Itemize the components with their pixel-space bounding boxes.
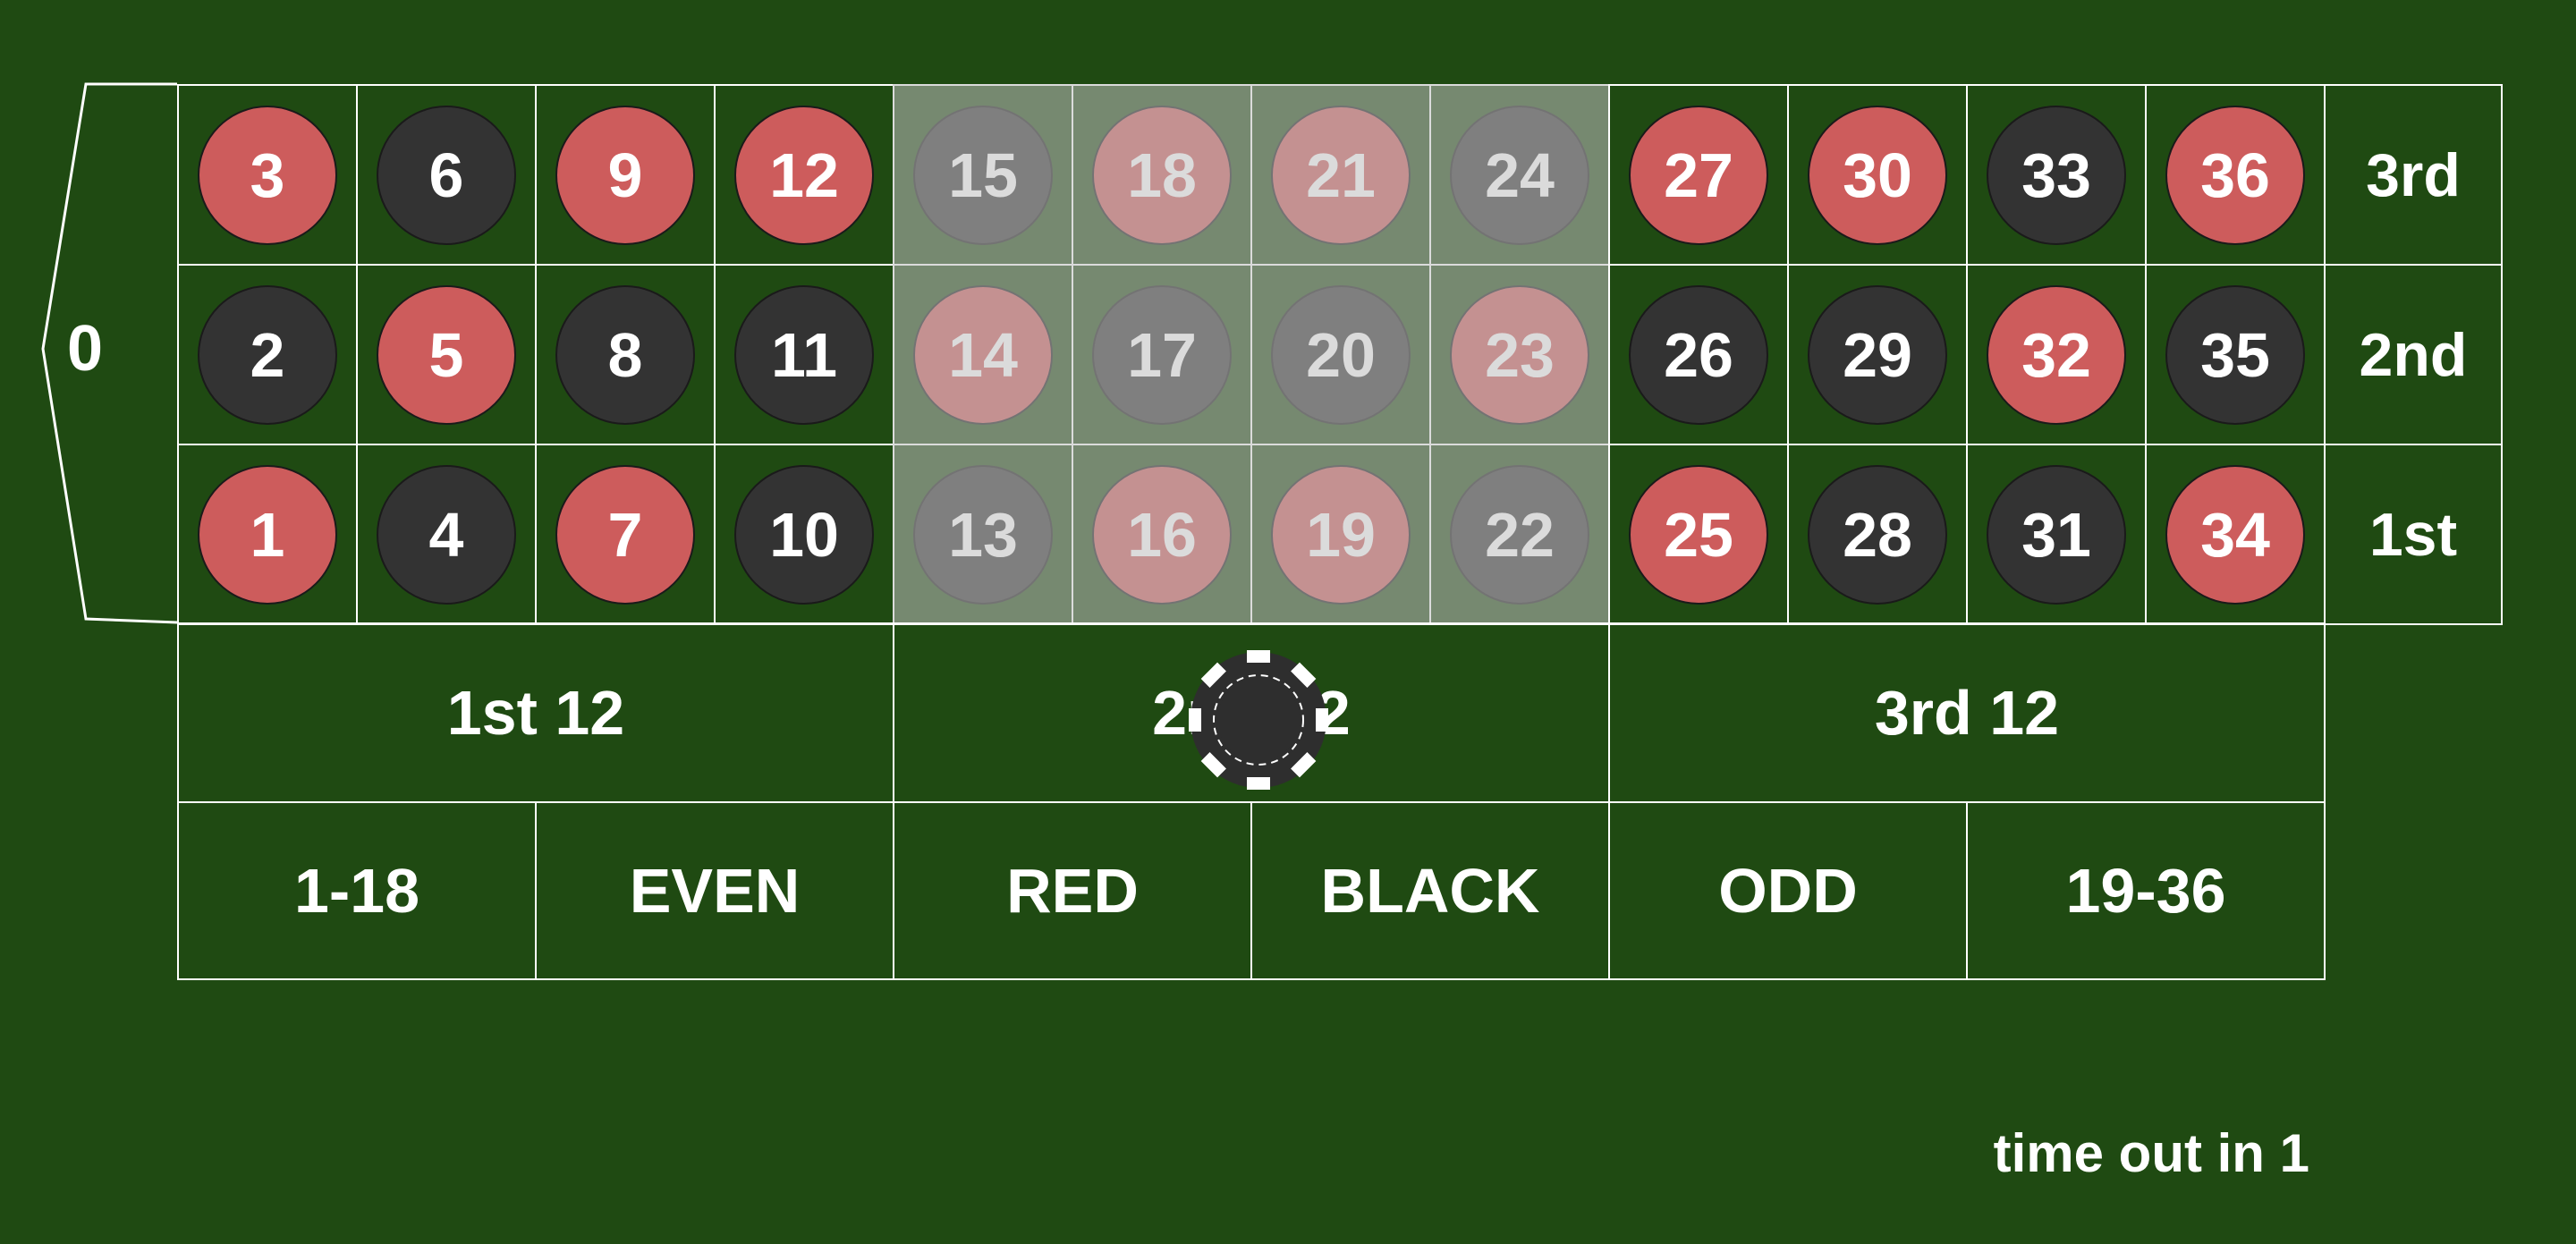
even-money-bet-even[interactable]: EVEN <box>535 801 894 980</box>
number-disc: 6 <box>377 105 516 245</box>
number-cell-2[interactable]: 2 <box>177 264 358 445</box>
number-disc: 13 <box>913 464 1053 605</box>
column-bet-2nd[interactable]: 2nd <box>2324 264 2503 445</box>
number-cell-16[interactable]: 16 <box>1072 444 1252 625</box>
number-disc: 30 <box>1808 105 1947 245</box>
number-cell-34[interactable]: 34 <box>2145 444 2326 625</box>
number-disc: 29 <box>1808 284 1947 425</box>
even-money-bet-1-18[interactable]: 1-18 <box>177 801 537 980</box>
number-disc: 20 <box>1271 284 1411 425</box>
number-disc: 11 <box>734 284 874 425</box>
number-cell-19[interactable]: 19 <box>1250 444 1431 625</box>
number-cell-29[interactable]: 29 <box>1787 264 1968 445</box>
number-cell-26[interactable]: 26 <box>1608 264 1789 445</box>
number-cell-6[interactable]: 6 <box>356 84 537 266</box>
number-disc: 17 <box>1092 284 1232 425</box>
number-disc: 19 <box>1271 464 1411 605</box>
number-disc: 36 <box>2165 105 2305 245</box>
number-cell-11[interactable]: 11 <box>714 264 894 445</box>
number-disc: 26 <box>1629 284 1768 425</box>
number-cell-20[interactable]: 20 <box>1250 264 1431 445</box>
number-disc: 2 <box>198 284 337 425</box>
number-disc: 7 <box>555 464 695 605</box>
number-disc: 3 <box>198 105 337 245</box>
number-disc: 12 <box>734 105 874 245</box>
number-disc: 4 <box>377 464 516 605</box>
number-cell-22[interactable]: 22 <box>1429 444 1610 625</box>
column-bet-1st[interactable]: 1st <box>2324 444 2503 625</box>
number-cell-27[interactable]: 27 <box>1608 84 1789 266</box>
number-cell-10[interactable]: 10 <box>714 444 894 625</box>
number-disc: 1 <box>198 464 337 605</box>
number-cell-8[interactable]: 8 <box>535 264 716 445</box>
number-cell-5[interactable]: 5 <box>356 264 537 445</box>
number-disc: 33 <box>1987 105 2126 245</box>
number-disc: 31 <box>1987 464 2126 605</box>
number-cell-3[interactable]: 3 <box>177 84 358 266</box>
zero-pocket[interactable]: 0 <box>45 309 125 389</box>
column-bet-3rd[interactable]: 3rd <box>2324 84 2503 266</box>
number-disc: 14 <box>913 284 1053 425</box>
number-cell-33[interactable]: 33 <box>1966 84 2147 266</box>
number-cell-21[interactable]: 21 <box>1250 84 1431 266</box>
number-cell-15[interactable]: 15 <box>893 84 1073 266</box>
even-money-bet-19-36[interactable]: 19-36 <box>1966 801 2326 980</box>
number-cell-25[interactable]: 25 <box>1608 444 1789 625</box>
number-disc: 21 <box>1271 105 1411 245</box>
dozen-bet-1[interactable]: 1st 12 <box>177 622 894 803</box>
timeout-countdown: time out in 1 <box>1993 1123 2309 1183</box>
roulette-table: 0 3 6 9 12 15 18 21 24 27 30 33 36 2 5 8 11 14 17 20 23 26 29… <box>0 0 2576 1244</box>
number-disc: 10 <box>734 464 874 605</box>
number-cell-12[interactable]: 12 <box>714 84 894 266</box>
number-cell-24[interactable]: 24 <box>1429 84 1610 266</box>
even-money-bet-black[interactable]: BLACK <box>1250 801 1610 980</box>
even-money-bet-red[interactable]: RED <box>893 801 1252 980</box>
number-disc: 34 <box>2165 464 2305 605</box>
number-cell-4[interactable]: 4 <box>356 444 537 625</box>
number-disc: 22 <box>1450 464 1589 605</box>
number-cell-28[interactable]: 28 <box>1787 444 1968 625</box>
number-cell-14[interactable]: 14 <box>893 264 1073 445</box>
number-cell-30[interactable]: 30 <box>1787 84 1968 266</box>
number-cell-18[interactable]: 18 <box>1072 84 1252 266</box>
number-cell-13[interactable]: 13 <box>893 444 1073 625</box>
number-cell-23[interactable]: 23 <box>1429 264 1610 445</box>
number-cell-1[interactable]: 1 <box>177 444 358 625</box>
number-cell-35[interactable]: 35 <box>2145 264 2326 445</box>
number-disc: 25 <box>1629 464 1768 605</box>
number-disc: 9 <box>555 105 695 245</box>
number-disc: 8 <box>555 284 695 425</box>
number-disc: 35 <box>2165 284 2305 425</box>
number-cell-31[interactable]: 31 <box>1966 444 2147 625</box>
number-cell-9[interactable]: 9 <box>535 84 716 266</box>
number-disc: 23 <box>1450 284 1589 425</box>
number-disc: 32 <box>1987 284 2126 425</box>
number-disc: 16 <box>1092 464 1232 605</box>
number-disc: 27 <box>1629 105 1768 245</box>
number-cell-32[interactable]: 32 <box>1966 264 2147 445</box>
number-cell-7[interactable]: 7 <box>535 444 716 625</box>
number-disc: 18 <box>1092 105 1232 245</box>
number-cell-17[interactable]: 17 <box>1072 264 1252 445</box>
even-money-bet-odd[interactable]: ODD <box>1608 801 1968 980</box>
number-cell-36[interactable]: 36 <box>2145 84 2326 266</box>
bet-chip[interactable] <box>1187 648 1330 791</box>
dozen-bet-3[interactable]: 3rd 12 <box>1608 622 2326 803</box>
number-disc: 28 <box>1808 464 1947 605</box>
number-disc: 15 <box>913 105 1053 245</box>
number-disc: 24 <box>1450 105 1589 245</box>
number-disc: 5 <box>377 284 516 425</box>
